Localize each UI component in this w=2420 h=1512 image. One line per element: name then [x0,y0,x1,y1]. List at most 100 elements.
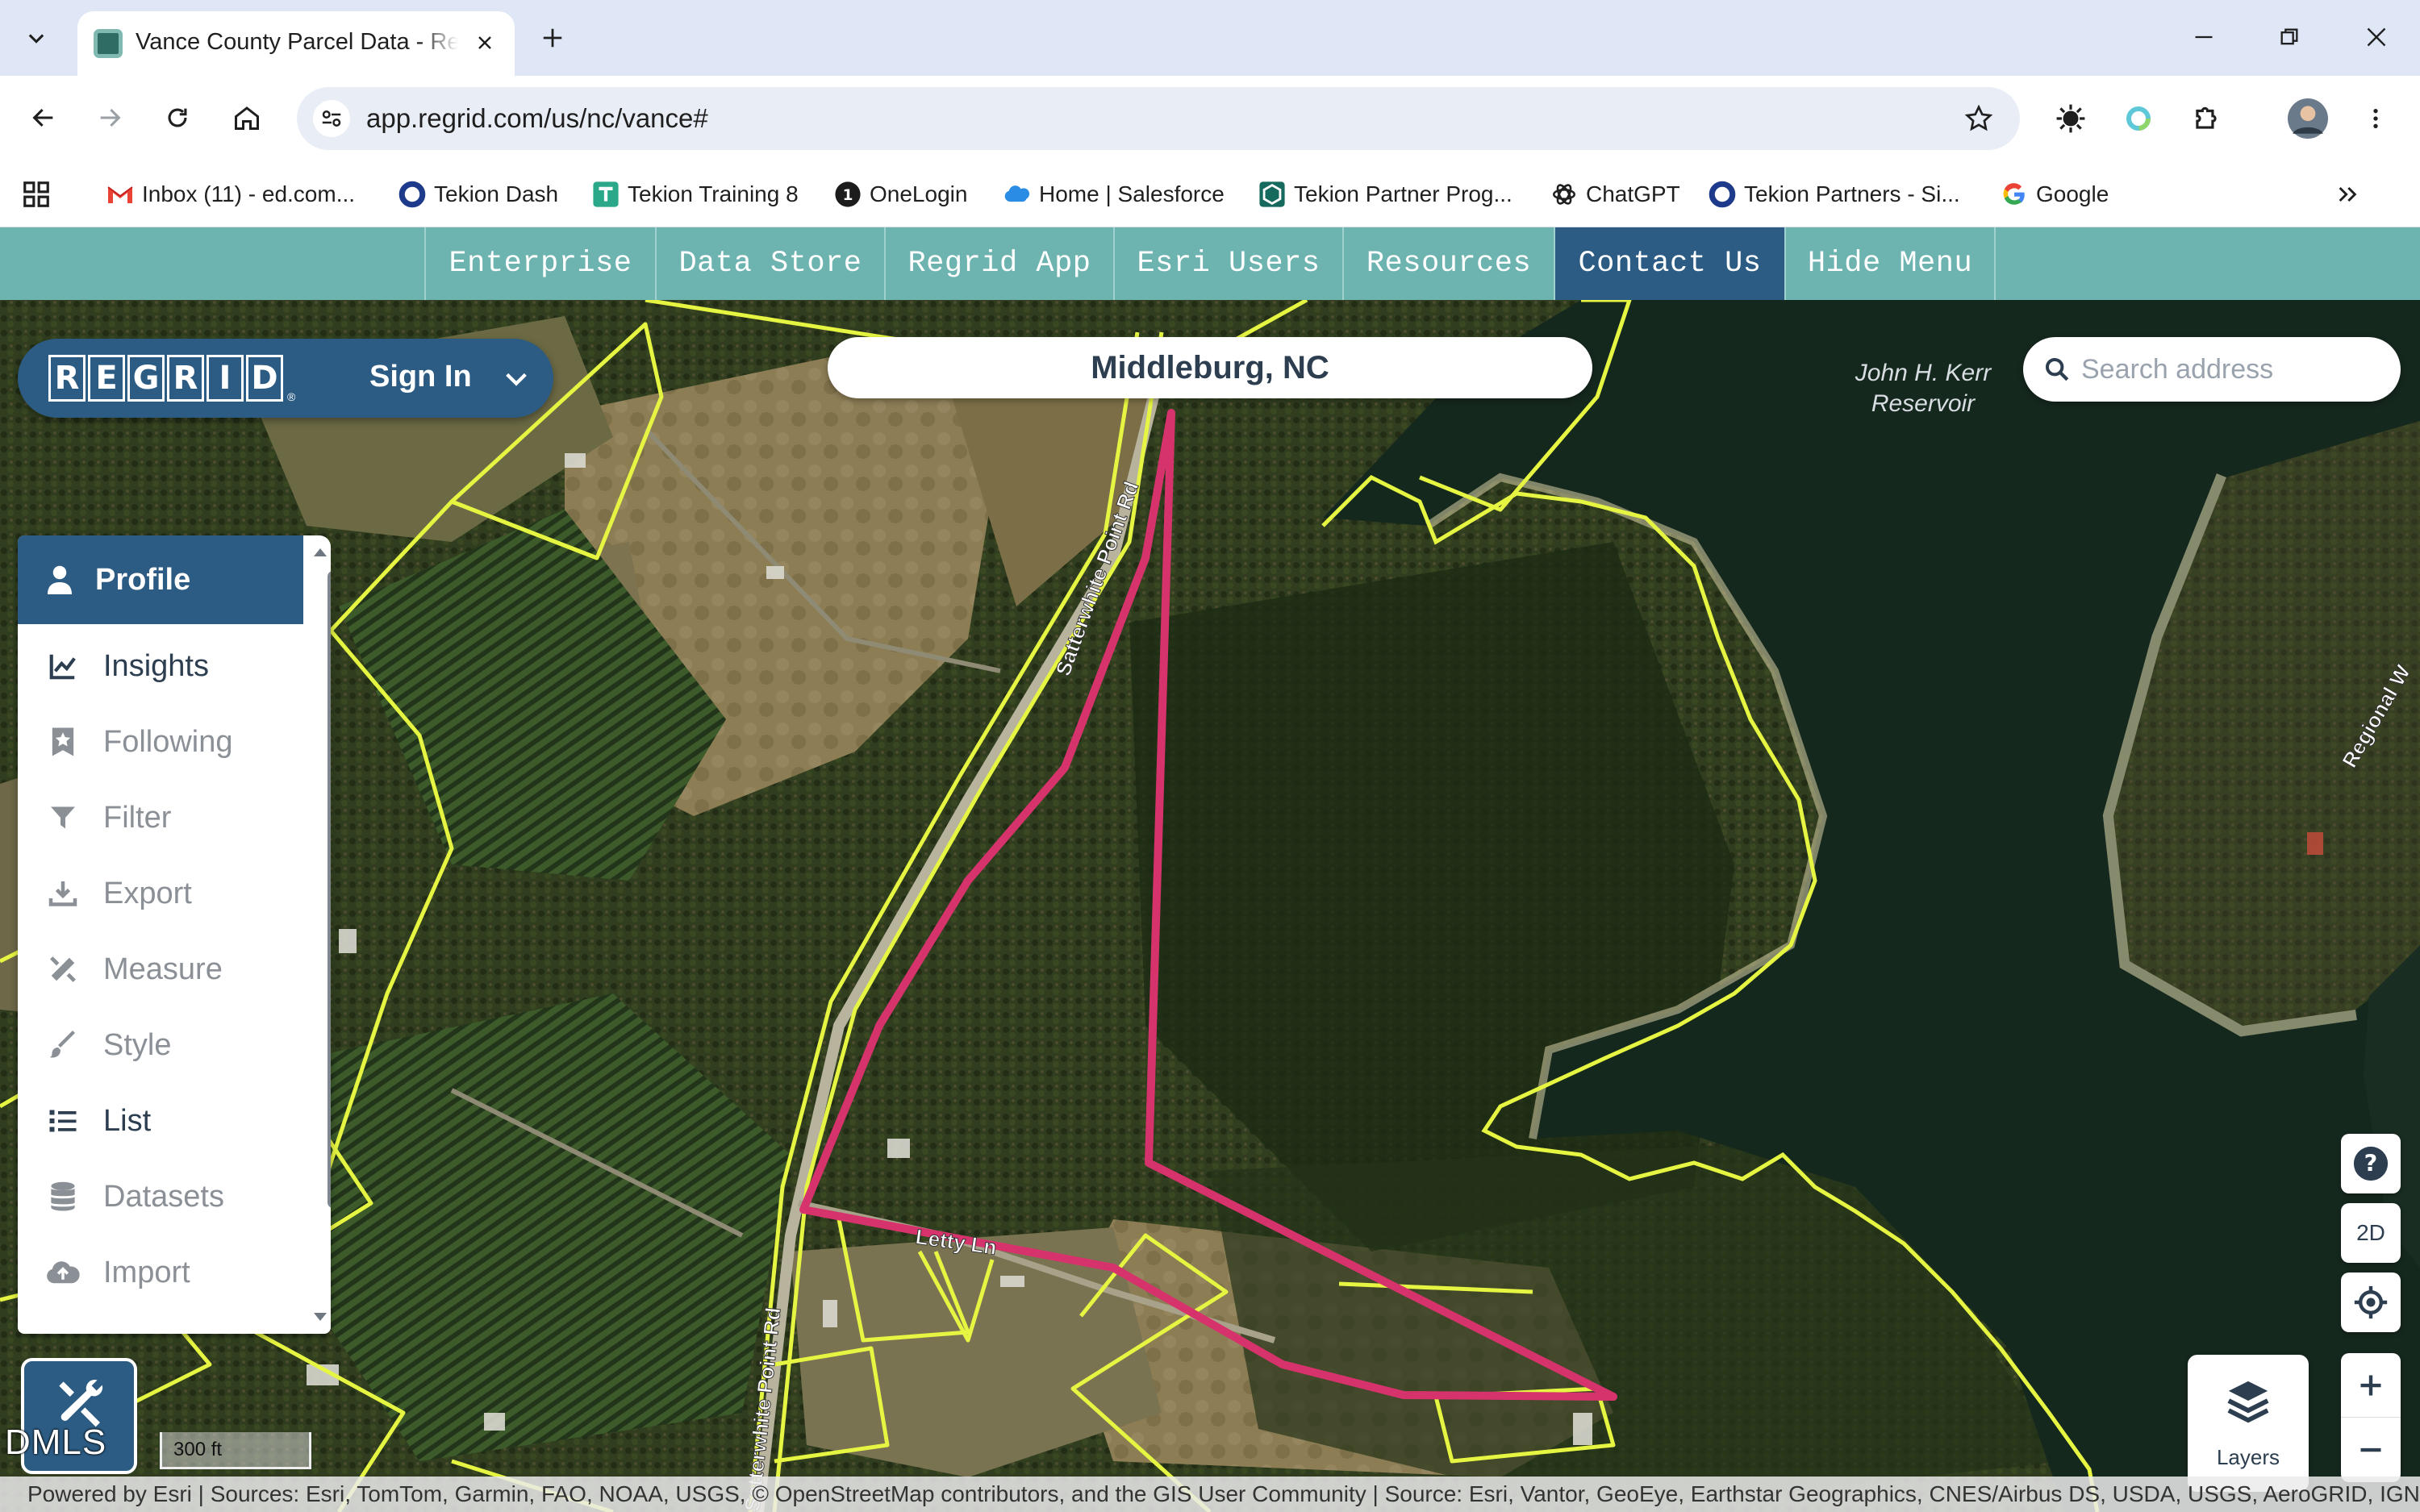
sign-in-link[interactable]: Sign In [369,360,472,394]
new-tab-button[interactable] [532,18,573,58]
zoom-out-button[interactable] [2341,1418,2401,1482]
apps-grid-icon[interactable] [21,174,52,215]
layers-icon [2227,1381,2269,1423]
chart-line-icon [45,648,81,684]
forward-button[interactable] [86,94,134,142]
zoom-in-button[interactable] [2341,1353,2401,1418]
sidebar-item-import[interactable]: Import [18,1235,303,1310]
tekion-partner-icon [1258,181,1286,208]
menu-enterprise[interactable]: Enterprise [424,227,655,300]
bookmark-google[interactable]: Google [2001,174,2109,215]
tekion-training-icon [592,181,620,208]
bookmark-gmail[interactable]: Inbox (11) - ed.com... [106,174,355,215]
site-settings-icon[interactable] [313,100,350,137]
browser-tab[interactable]: Vance County Parcel Data - Regrid [77,11,515,76]
bookmark-star-icon[interactable] [1960,100,1997,137]
back-button[interactable] [19,94,68,142]
list-icon [45,1103,81,1139]
minimize-button[interactable] [2181,16,2226,58]
sidebar-item-profile[interactable]: Profile [18,535,303,624]
crosshair-icon [2354,1285,2388,1319]
bookmark-onelogin[interactable]: 1 OneLogin [834,174,967,215]
search-icon[interactable] [2041,353,2073,385]
onelogin-icon: 1 [834,181,862,208]
bookmark-tekion-partners[interactable]: Tekion Partners - Si... [1709,174,1960,215]
bookmark-chatgpt[interactable]: ChatGPT [1550,174,1680,215]
map-view[interactable]: Satterwhite Point Rd Satterwhite Point R… [0,300,2420,1512]
tools-icon [59,1379,103,1427]
address-bar[interactable]: app.regrid.com/us/nc/vance# [297,87,2020,150]
database-icon [45,1179,81,1214]
regrid-logo[interactable]: R E G R I D ® [48,353,295,403]
bookmark-tekion-partner-prog[interactable]: Tekion Partner Prog... [1258,174,1512,215]
minimize-icon [2195,35,2213,39]
logo-letter: I [207,355,244,402]
plus-icon [543,28,562,48]
menu-data-store[interactable]: Data Store [655,227,884,300]
arrow-left-icon [32,108,53,127]
help-button[interactable]: ? [2341,1134,2401,1193]
browser-tab-bar: Vance County Parcel Data - Regrid [0,0,2420,76]
satellite-map[interactable]: Satterwhite Point Rd Satterwhite Point R… [0,300,2420,1512]
bookmark-tekion-dash[interactable]: Tekion Dash [398,174,558,215]
sidebar-item-label: Export [103,876,192,910]
address-search[interactable] [2023,337,2401,402]
brush-icon [45,1027,81,1063]
salesforce-cloud-icon [1003,181,1031,208]
locate-me-button[interactable] [2341,1272,2401,1332]
sidebar-item-label: Measure [103,952,223,986]
browser-menu-icon[interactable] [2354,97,2397,140]
sidebar-item-measure[interactable]: Measure [18,931,303,1007]
extension-sun-icon[interactable] [2049,97,2092,140]
tab-search-button[interactable] [15,16,58,60]
scale-label: 300 ft [173,1439,223,1460]
sidebar-item-label: Style [103,1027,172,1062]
star-icon [45,724,81,760]
more-bookmarks-icon[interactable] [2334,174,2360,215]
close-window-button[interactable] [2354,16,2399,58]
restore-button[interactable] [2267,16,2312,58]
search-address-input[interactable] [2080,348,2386,390]
sidebar-panel: Profile Insights Following Filter Export… [18,535,331,1334]
menu-regrid-app[interactable]: Regrid App [884,227,1113,300]
layers-label: Layers [2216,1445,2280,1469]
sidebar-item-insights[interactable]: Insights [18,628,303,704]
view-mode-2d-button[interactable]: 2D [2341,1203,2401,1263]
sidebar-item-list[interactable]: List [18,1083,303,1159]
sidebar-item-export[interactable]: Export [18,856,303,931]
sidebar-item-datasets[interactable]: Datasets [18,1159,303,1235]
close-tab-icon[interactable] [468,26,502,60]
url-text[interactable]: app.regrid.com/us/nc/vance# [366,103,708,134]
ruler-pencil-icon [45,952,81,987]
site-top-menu: Enterprise Data Store Regrid App Esri Us… [0,227,2420,300]
sidebar-item-label: Following [103,724,233,759]
chevron-down-icon[interactable] [500,363,532,395]
person-icon [42,562,77,598]
sidebar-item-following[interactable]: Following [18,704,303,780]
regrid-favicon-icon [94,29,123,58]
plus-icon [2360,1375,2381,1395]
extensions-puzzle-icon[interactable] [2184,97,2228,140]
menu-esri-users[interactable]: Esri Users [1113,227,1342,300]
menu-resources[interactable]: Resources [1342,227,1554,300]
bookmark-tekion-training[interactable]: Tekion Training 8 [592,174,799,215]
tab-title: Vance County Parcel Data - Regrid [136,29,458,55]
extension-ring-icon[interactable] [2117,97,2160,140]
download-icon [45,876,81,911]
sidebar-item-style[interactable]: Style [18,1007,303,1083]
browser-toolbar: app.regrid.com/us/nc/vance# [0,76,2420,161]
logo-registered-mark: ® [287,390,296,403]
profile-avatar[interactable] [2286,97,2330,140]
layers-button[interactable]: Layers [2188,1355,2309,1492]
logo-letter: E [88,355,125,402]
sidebar-scroll-thumb[interactable] [328,571,331,1208]
sidebar-item-filter[interactable]: Filter [18,780,303,856]
reload-button[interactable] [153,94,202,142]
menu-hide-menu[interactable]: Hide Menu [1784,227,1996,300]
zoom-controls [2341,1353,2401,1482]
current-location-label[interactable]: Middleburg, NC [828,337,1592,398]
menu-contact-us[interactable]: Contact Us [1554,227,1784,300]
home-button[interactable] [223,94,271,142]
bookmark-salesforce[interactable]: Home | Salesforce [1003,174,1225,215]
google-icon [2001,181,2028,208]
